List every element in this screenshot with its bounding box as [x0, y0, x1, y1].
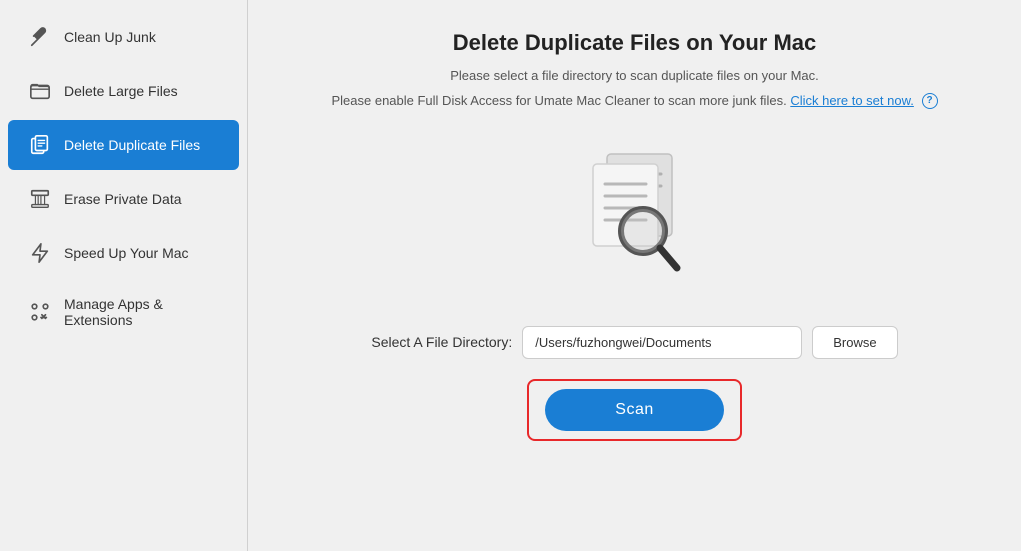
sidebar: Clean Up Junk Delete Large Files Delete … — [0, 0, 248, 551]
duplicate-icon — [26, 134, 54, 156]
sidebar-item-manage-apps-extensions[interactable]: Manage Apps & Extensions — [8, 282, 239, 342]
sidebar-item-delete-large-files-label: Delete Large Files — [64, 83, 178, 99]
sidebar-item-delete-duplicate-files[interactable]: Delete Duplicate Files — [8, 120, 239, 170]
sidebar-item-erase-private-data[interactable]: Erase Private Data — [8, 174, 239, 224]
file-directory-input[interactable] — [522, 326, 802, 359]
browse-button[interactable]: Browse — [812, 326, 897, 359]
apps-icon — [26, 301, 54, 323]
folder-icon — [26, 80, 54, 102]
file-directory-row: Select A File Directory: Browse — [371, 326, 897, 359]
sidebar-item-speed-up-mac[interactable]: Speed Up Your Mac — [8, 228, 239, 278]
subtitle-text2: Please enable Full Disk Access for Umate… — [331, 93, 786, 108]
main-content: Delete Duplicate Files on Your Mac Pleas… — [248, 0, 1021, 551]
sidebar-item-clean-up-junk-label: Clean Up Junk — [64, 29, 156, 45]
broom-icon — [26, 26, 54, 48]
full-disk-access-link[interactable]: Click here to set now. — [790, 93, 914, 108]
file-directory-label: Select A File Directory: — [371, 334, 512, 350]
sidebar-item-delete-large-files[interactable]: Delete Large Files — [8, 66, 239, 116]
duplicate-files-illustration — [555, 136, 715, 296]
subtitle-line2: Please enable Full Disk Access for Umate… — [331, 91, 937, 112]
sidebar-item-speed-up-mac-label: Speed Up Your Mac — [64, 245, 189, 261]
sidebar-item-erase-private-data-label: Erase Private Data — [64, 191, 182, 207]
subtitle-line1: Please select a file directory to scan d… — [450, 66, 819, 87]
scan-button[interactable]: Scan — [545, 389, 723, 431]
sidebar-item-delete-duplicate-files-label: Delete Duplicate Files — [64, 137, 200, 153]
sidebar-item-manage-apps-extensions-label: Manage Apps & Extensions — [64, 296, 221, 328]
lightning-icon — [26, 242, 54, 264]
sidebar-item-clean-up-junk[interactable]: Clean Up Junk — [8, 12, 239, 62]
page-title: Delete Duplicate Files on Your Mac — [453, 30, 817, 56]
shredder-icon — [26, 188, 54, 210]
scan-area: Scan — [545, 389, 723, 431]
help-icon[interactable]: ? — [922, 93, 938, 109]
